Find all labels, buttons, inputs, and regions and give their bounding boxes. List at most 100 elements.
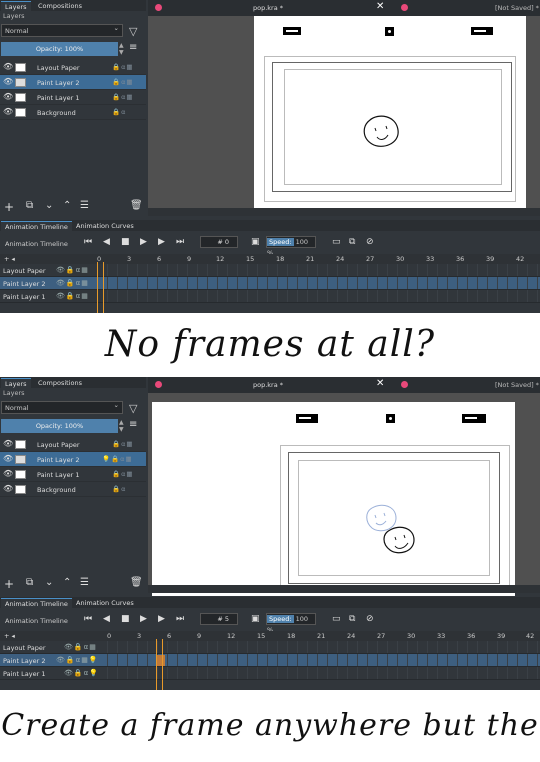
layer-row[interactable]: 👁 Paint Layer 1 🔒α▦ <box>0 90 146 105</box>
layer-flags-icon[interactable]: 🔒α▦ <box>112 440 134 448</box>
prev-frame-icon[interactable]: ◀ <box>103 237 110 247</box>
layer-flags-icon[interactable]: 🔒α▦ <box>112 470 134 478</box>
opacity-slider[interactable]: Opacity: 100% <box>1 42 118 56</box>
close-icon[interactable]: ✕ <box>376 1 384 12</box>
layer-row-selected[interactable]: 👁 Paint Layer 2 💡🔒α▦ <box>0 452 146 467</box>
tab-animation-curves[interactable]: Animation Curves <box>72 221 138 231</box>
layer-row[interactable]: 👁 Layout Paper 🔒α▦ <box>0 60 146 75</box>
visibility-icon[interactable]: 👁 <box>3 454 13 463</box>
document-tab[interactable]: pop.kra * <box>228 4 308 12</box>
layer-flags-icon[interactable]: 💡🔒α▦ <box>102 455 133 463</box>
tab-animation-timeline[interactable]: Animation Timeline <box>1 598 72 608</box>
properties-icon[interactable]: ☰ <box>80 200 89 211</box>
frame-ruler[interactable]: + ◂ 0 3 6 9 12 15 18 21 24 27 30 33 36 3… <box>0 631 540 641</box>
canvas-scrollbar[interactable] <box>148 585 540 593</box>
layer-flags-icon[interactable]: 🔒α▦ <box>112 93 134 101</box>
last-frame-icon[interactable]: ⏭ <box>176 237 184 247</box>
add-layer-icon[interactable]: + <box>4 200 14 214</box>
document-tab[interactable]: pop.kra * <box>228 381 308 389</box>
play-icon[interactable]: ▶ <box>140 614 147 624</box>
onion-config-icon[interactable]: ⧉ <box>349 614 355 624</box>
tab-layers[interactable]: Layers <box>1 1 31 11</box>
layer-flags-icon[interactable]: 🔒α <box>112 485 126 493</box>
tab-compositions[interactable]: Compositions <box>34 378 86 388</box>
timeline-track-selected[interactable]: Paint Layer 2 👁🔒α▦ <box>0 277 540 290</box>
playhead[interactable] <box>156 639 163 690</box>
visibility-icon[interactable]: 👁 <box>3 484 13 493</box>
layer-flags-icon[interactable]: 🔒α▦ <box>112 63 134 71</box>
timeline-track[interactable]: Layout Paper 👁🔒α▦ <box>0 641 540 654</box>
stop-icon[interactable]: ■ <box>121 237 130 247</box>
frame-grid[interactable] <box>107 654 540 666</box>
layer-row[interactable]: 👁 Background 🔒α <box>0 482 146 497</box>
layer-row[interactable]: 👁 Layout Paper 🔒α▦ <box>0 437 146 452</box>
delete-layer-icon[interactable]: 🗑 <box>130 577 143 588</box>
close-icon[interactable]: ✕ <box>376 378 384 389</box>
layer-row[interactable]: 👁 Background 🔒α <box>0 105 146 120</box>
canvas-paper[interactable] <box>152 402 515 596</box>
next-frame-icon[interactable]: ▶ <box>158 237 165 247</box>
visibility-icon[interactable]: 👁 <box>3 62 13 71</box>
duplicate-layer-icon[interactable]: ⧉ <box>26 577 33 588</box>
track-flags-icon[interactable]: 👁🔒α▦ <box>56 279 89 287</box>
delete-layer-icon[interactable]: 🗑 <box>130 200 143 211</box>
auto-frame-icon[interactable]: ⊘ <box>366 237 374 247</box>
document-tab-2[interactable]: [Not Saved] * <box>495 4 539 12</box>
play-icon[interactable]: ▶ <box>140 237 147 247</box>
onion-skin-icon[interactable]: ▭ <box>332 237 341 247</box>
duplicate-layer-icon[interactable]: ⧉ <box>26 200 33 211</box>
track-flags-icon[interactable]: 👁🔒α▦ <box>64 643 97 651</box>
timeline-track-selected[interactable]: Paint Layer 2 👁🔒α▦💡 <box>0 654 540 667</box>
timeline-track[interactable]: Paint Layer 1 👁🔒α💡 <box>0 667 540 680</box>
add-track-icon[interactable]: + ◂ <box>4 255 15 263</box>
layer-flags-icon[interactable]: 🔒α▦ <box>112 78 134 86</box>
drop-frames-icon[interactable]: ▣ <box>251 614 260 624</box>
timeline-track[interactable]: Paint Layer 1 👁🔒α▦ <box>0 290 540 303</box>
frame-number-input[interactable]: # 0 <box>200 236 238 248</box>
move-down-icon[interactable]: ⌄ <box>45 200 53 211</box>
first-frame-icon[interactable]: ⏮ <box>84 237 92 247</box>
layer-row-selected[interactable]: 👁 Paint Layer 2 🔒α▦ <box>0 75 146 90</box>
timeline-track[interactable]: Layout Paper 👁🔒α▦ <box>0 264 540 277</box>
filter-icon[interactable]: ▽ <box>129 25 137 38</box>
onion-config-icon[interactable]: ⧉ <box>349 237 355 247</box>
auto-frame-icon[interactable]: ⊘ <box>366 614 374 624</box>
next-frame-icon[interactable]: ▶ <box>158 614 165 624</box>
move-up-icon[interactable]: ⌃ <box>63 577 71 588</box>
visibility-icon[interactable]: 👁 <box>3 77 13 86</box>
track-flags-icon[interactable]: 👁🔒α▦💡 <box>56 656 99 664</box>
layer-row[interactable]: 👁 Paint Layer 1 🔒α▦ <box>0 467 146 482</box>
tab-compositions[interactable]: Compositions <box>34 1 86 11</box>
add-track-icon[interactable]: + ◂ <box>4 632 15 640</box>
opacity-spinner-icon[interactable]: ▲ ▼ <box>119 419 124 433</box>
visibility-icon[interactable]: 👁 <box>3 439 13 448</box>
tab-animation-timeline[interactable]: Animation Timeline <box>1 221 72 231</box>
filter-icon[interactable]: ▽ <box>129 402 137 415</box>
frame-grid[interactable] <box>97 277 540 289</box>
opacity-spinner-icon[interactable]: ▲ ▼ <box>119 42 124 56</box>
first-frame-icon[interactable]: ⏮ <box>84 614 92 624</box>
blend-mode-select[interactable]: Normal <box>1 24 123 37</box>
layer-menu-icon[interactable]: ≡ <box>129 419 137 430</box>
frame-ruler[interactable]: + ◂ 0 3 6 9 12 15 18 21 24 27 30 33 36 3… <box>0 254 540 264</box>
speed-input[interactable]: Speed: 100 % <box>266 613 316 634</box>
properties-icon[interactable]: ☰ <box>80 577 89 588</box>
visibility-icon[interactable]: 👁 <box>3 469 13 478</box>
drop-frames-icon[interactable]: ▣ <box>251 237 260 247</box>
move-down-icon[interactable]: ⌄ <box>45 577 53 588</box>
playhead[interactable] <box>97 262 104 313</box>
visibility-icon[interactable]: 👁 <box>3 107 13 116</box>
prev-frame-icon[interactable]: ◀ <box>103 614 110 624</box>
tab-layers[interactable]: Layers <box>1 378 31 388</box>
track-flags-icon[interactable]: 👁🔒α▦ <box>56 266 89 274</box>
frame-grid[interactable] <box>97 290 540 302</box>
frame-number-input[interactable]: # 5 <box>200 613 238 625</box>
frame-grid[interactable] <box>107 667 540 679</box>
stop-icon[interactable]: ■ <box>121 614 130 624</box>
layer-menu-icon[interactable]: ≡ <box>129 42 137 53</box>
track-flags-icon[interactable]: 👁🔒α▦ <box>56 292 89 300</box>
frame-grid[interactable] <box>107 641 540 653</box>
frame-grid[interactable] <box>97 264 540 276</box>
onion-skin-icon[interactable]: ▭ <box>332 614 341 624</box>
layer-flags-icon[interactable]: 🔒α <box>112 108 126 116</box>
